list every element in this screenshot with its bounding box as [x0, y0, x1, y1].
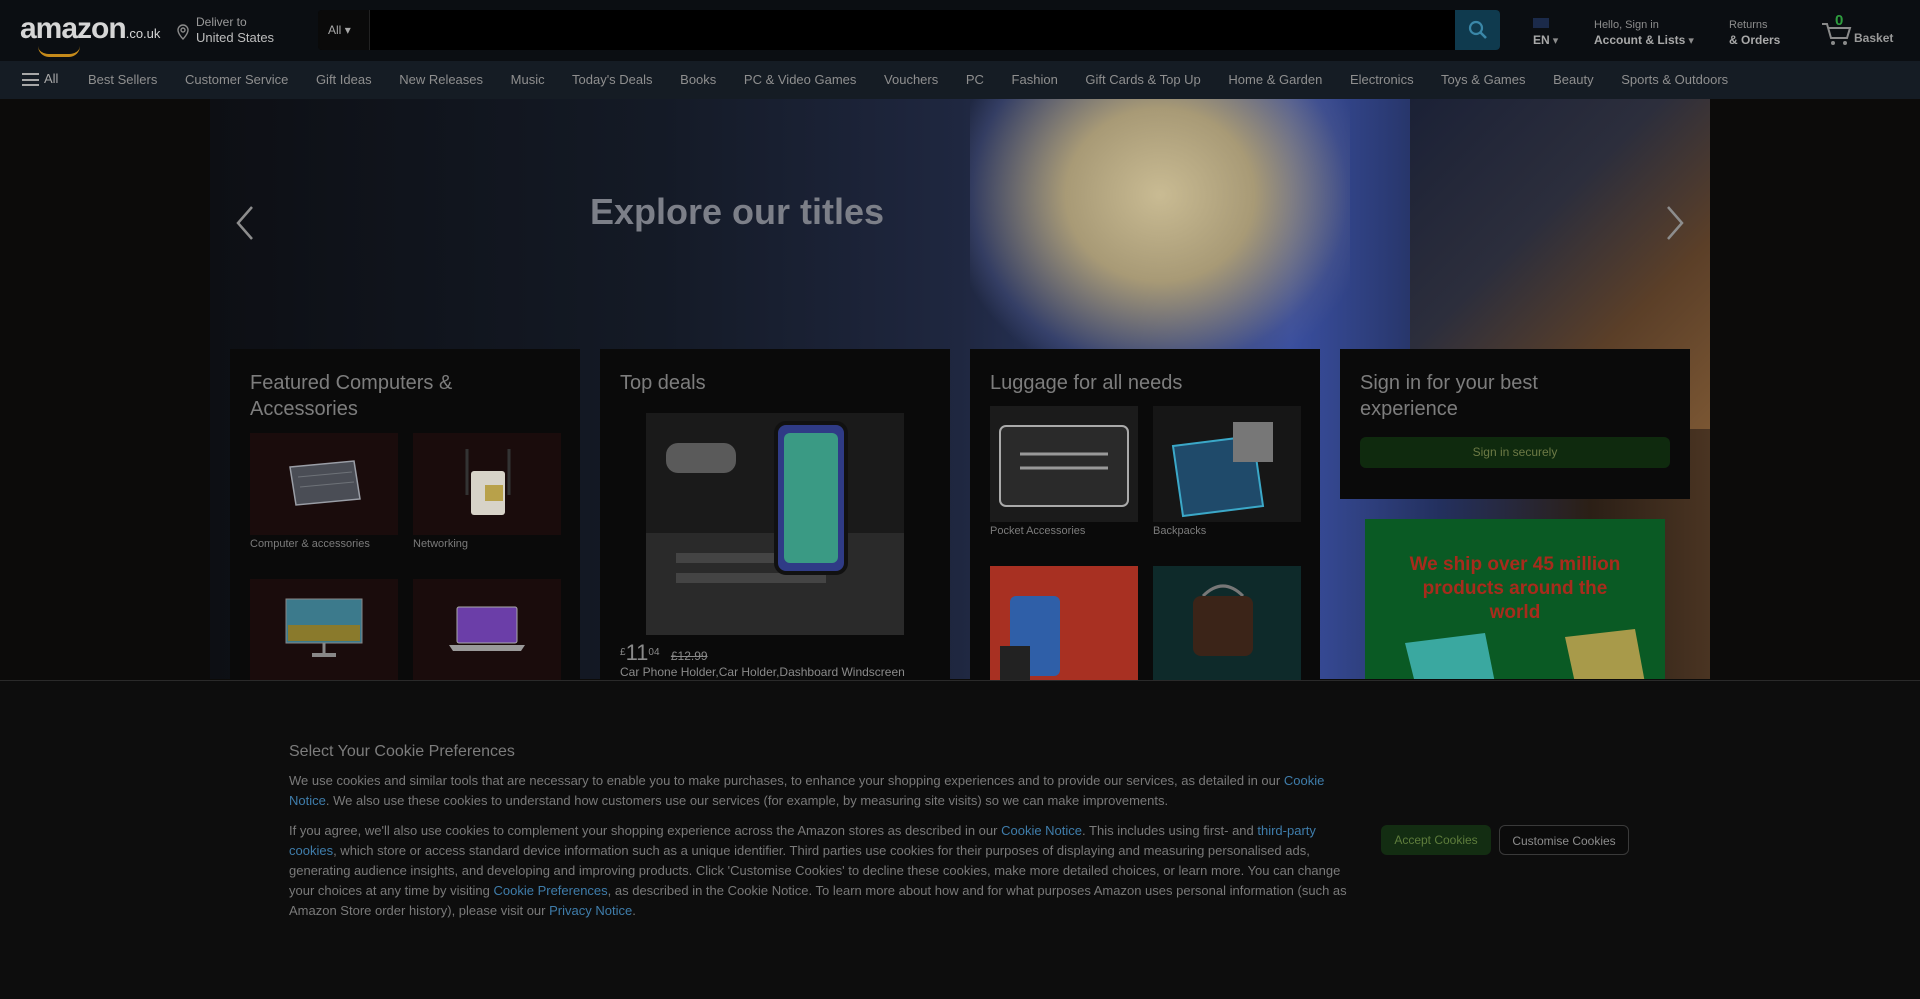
nav-link[interactable]: Music — [511, 72, 545, 87]
card-title: Luggage for all needs — [990, 372, 1183, 394]
card-title: Sign in for your best experience — [1360, 372, 1538, 420]
card-top-deals: Top deals £1104 £12.99 Car Phone Holder,… — [600, 349, 950, 680]
hamburger-icon — [22, 73, 39, 87]
handbag-icon — [1193, 584, 1253, 656]
tile-handbag[interactable] — [1153, 566, 1301, 680]
nav-link[interactable]: Customer Service — [185, 72, 288, 87]
cookie-preferences-link[interactable]: Cookie Preferences — [493, 883, 607, 898]
deal-product-title[interactable]: Car Phone Holder,Car Holder,Dashboard Wi… — [620, 665, 905, 679]
customise-cookies-button[interactable]: Customise Cookies — [1499, 825, 1629, 855]
caret-down-icon: ▾ — [1552, 35, 1559, 47]
nav-link[interactable]: PC — [966, 72, 984, 87]
tile-label: Computer & accessories — [250, 538, 370, 550]
caret-down-icon: ▾ — [344, 23, 351, 37]
logo-smile — [38, 46, 80, 57]
suitcase-icon — [1000, 596, 1060, 680]
card-featured-computers: Featured Computers & Accessories Compute… — [230, 349, 580, 681]
all-menu-button[interactable]: All — [22, 71, 58, 87]
cookie-consent-text: Select Your Cookie Preferences We use co… — [289, 743, 1354, 931]
deal-was-price: £12.99 — [670, 649, 708, 663]
nav-link[interactable]: Gift Ideas — [316, 72, 372, 87]
language-selector[interactable]: EN ▾ — [1533, 18, 1558, 49]
tile-label: Networking — [413, 538, 469, 550]
nav-link[interactable]: Electronics — [1350, 72, 1414, 87]
privacy-notice-link[interactable]: Privacy Notice — [549, 903, 632, 918]
laptop-icon — [449, 606, 525, 651]
nav-link[interactable]: Toys & Games — [1441, 72, 1526, 87]
nav-link[interactable]: Beauty — [1553, 72, 1593, 87]
nav-link[interactable]: Gift Cards & Top Up — [1085, 72, 1200, 87]
hero-image — [970, 99, 1350, 369]
shipping-promo-banner[interactable]: We ship over 45 million products around … — [1365, 519, 1665, 679]
nav-link[interactable]: Home & Garden — [1228, 72, 1322, 87]
tile-monitor[interactable] — [250, 579, 398, 681]
cookie-paragraph-1: We use cookies and similar tools that ar… — [289, 773, 1325, 808]
card-luggage: Luggage for all needs Pocket Accessories… — [970, 349, 1320, 680]
nav-link[interactable]: Books — [680, 72, 716, 87]
nav-link[interactable]: Vouchers — [884, 72, 938, 87]
tile-suitcase[interactable] — [990, 566, 1138, 680]
cookie-title: Select Your Cookie Preferences — [289, 743, 515, 760]
wallet-icon — [999, 425, 1129, 507]
carousel-prev-icon[interactable] — [232, 203, 262, 243]
nav-link[interactable]: Fashion — [1012, 72, 1058, 87]
card-sign-in: Sign in for your best experience Sign in… — [1340, 349, 1690, 499]
nav-link[interactable]: Best Sellers — [88, 72, 157, 87]
promo-text: We ship over 45 million products around … — [1409, 554, 1621, 623]
backpack-icon — [1171, 422, 1273, 518]
nav-links: Best Sellers Customer Service Gift Ideas… — [88, 72, 1752, 87]
search-input[interactable] — [370, 10, 1444, 50]
package-icon — [1405, 629, 1645, 679]
returns-orders[interactable]: Returns & Orders — [1729, 18, 1780, 49]
tile-label: Backpacks — [1153, 525, 1207, 537]
account-lists[interactable]: Hello, Sign in Account & Lists ▾ — [1594, 18, 1694, 49]
nav-bar: All Best Sellers Customer Service Gift I… — [0, 61, 1920, 99]
keyboard-icon — [289, 460, 361, 506]
nav-link[interactable]: New Releases — [399, 72, 483, 87]
search-button[interactable] — [1455, 10, 1500, 50]
phone-holder-icon — [646, 421, 904, 635]
basket-label: Basket — [1854, 31, 1894, 45]
basket-count: 0 — [1835, 12, 1844, 29]
deal-price: £1104 £12.99 — [620, 640, 708, 665]
basket[interactable]: 0 Basket — [1820, 12, 1910, 48]
nav-link[interactable]: PC & Video Games — [744, 72, 856, 87]
tile-computer-accessories[interactable] — [250, 433, 398, 535]
deal-product-image[interactable] — [646, 413, 904, 635]
tile-pocket-accessories[interactable] — [990, 406, 1138, 522]
amazon-logo[interactable]: amazon.co.uk — [20, 12, 160, 57]
nav-link[interactable]: Today's Deals — [572, 72, 653, 87]
tile-laptop[interactable] — [413, 579, 561, 681]
sign-in-securely-button[interactable]: Sign in securely — [1360, 437, 1670, 468]
card-title: Featured Computers & Accessories — [250, 372, 453, 420]
search-icon — [1468, 20, 1487, 39]
nav-link[interactable]: Sports & Outdoors — [1621, 72, 1728, 87]
deliver-to[interactable]: Deliver to United States — [176, 14, 274, 46]
card-title: Top deals — [620, 372, 706, 394]
carousel-next-icon[interactable] — [1658, 203, 1688, 243]
router-icon — [465, 449, 511, 515]
tile-label: Pocket Accessories — [990, 525, 1086, 537]
tile-networking[interactable] — [413, 433, 561, 535]
search-category-select[interactable]: All ▾ — [318, 10, 370, 50]
top-header: amazon.co.uk Deliver to United States All… — [0, 0, 1920, 61]
location-pin-icon — [177, 24, 189, 40]
hero-headline: Explore our titles — [590, 191, 885, 232]
flag-icon — [1533, 18, 1549, 28]
accept-cookies-button[interactable]: Accept Cookies — [1381, 825, 1491, 855]
cookie-notice-link[interactable]: Cookie Notice — [1001, 823, 1082, 838]
cookie-paragraph-2: If you agree, we'll also use cookies to … — [289, 823, 1347, 918]
search-bar: All ▾ — [318, 10, 1500, 50]
monitor-icon — [285, 598, 363, 657]
caret-down-icon: ▾ — [1688, 35, 1694, 47]
tile-backpacks[interactable] — [1153, 406, 1301, 522]
